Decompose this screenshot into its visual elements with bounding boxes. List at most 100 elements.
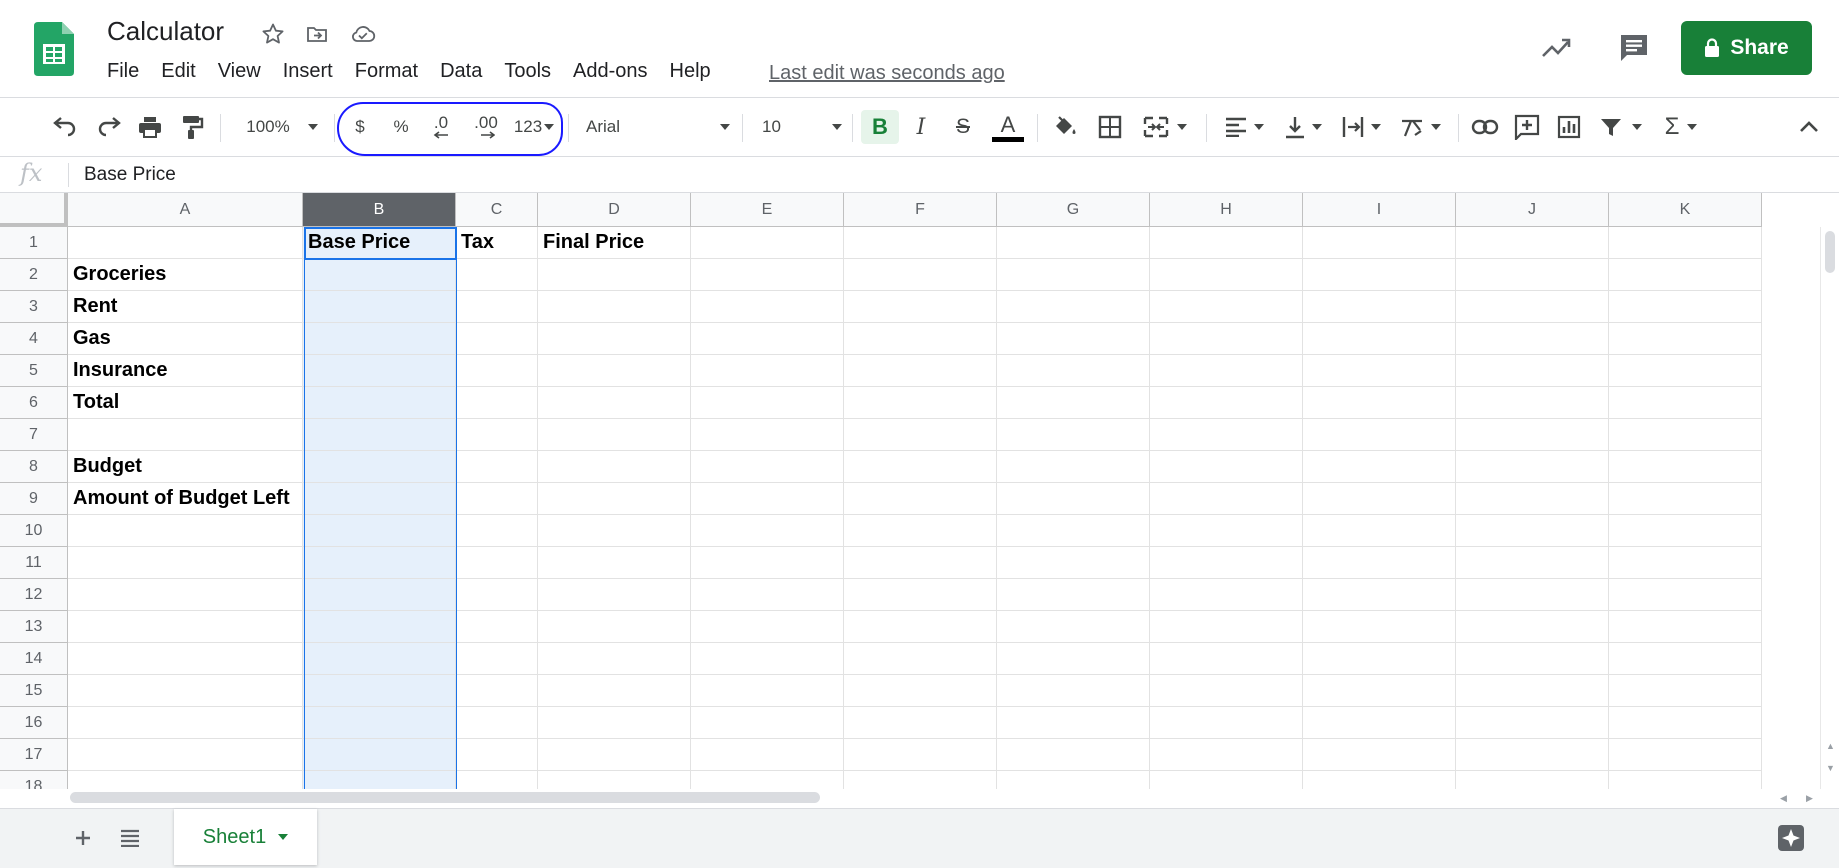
paint-format-icon[interactable]: [175, 110, 209, 144]
column-header-j[interactable]: J: [1456, 193, 1609, 227]
cell-g18[interactable]: [997, 771, 1150, 789]
text-color-button[interactable]: A: [990, 110, 1026, 144]
cell-e18[interactable]: [691, 771, 844, 789]
cell-g13[interactable]: [997, 611, 1150, 643]
star-icon[interactable]: [260, 21, 286, 47]
cell-j11[interactable]: [1456, 547, 1609, 579]
cell-b17[interactable]: [303, 739, 456, 771]
cell-h12[interactable]: [1150, 579, 1303, 611]
cell-i2[interactable]: [1303, 259, 1456, 291]
cell-g17[interactable]: [997, 739, 1150, 771]
row-header-8[interactable]: 8: [0, 451, 68, 483]
cell-c9[interactable]: [456, 483, 538, 515]
cell-d11[interactable]: [538, 547, 691, 579]
cell-d9[interactable]: [538, 483, 691, 515]
row-header-2[interactable]: 2: [0, 259, 68, 291]
menu-data[interactable]: Data: [429, 60, 493, 83]
menu-file[interactable]: File: [107, 60, 150, 83]
print-icon[interactable]: [133, 110, 167, 144]
cell-g3[interactable]: [997, 291, 1150, 323]
cell-k17[interactable]: [1609, 739, 1762, 771]
scroll-right-icon[interactable]: ▶: [1806, 793, 1813, 804]
cell-i12[interactable]: [1303, 579, 1456, 611]
cell-h6[interactable]: [1150, 387, 1303, 419]
cell-b11[interactable]: [303, 547, 456, 579]
cell-f10[interactable]: [844, 515, 997, 547]
cell-j4[interactable]: [1456, 323, 1609, 355]
cell-d17[interactable]: [538, 739, 691, 771]
fill-color-icon[interactable]: [1048, 110, 1082, 144]
cell-b2[interactable]: [303, 259, 456, 291]
merge-cells-select[interactable]: [1136, 110, 1194, 144]
italic-button[interactable]: I: [906, 110, 936, 144]
row-header-6[interactable]: 6: [0, 387, 68, 419]
insert-comment-icon[interactable]: [1510, 110, 1544, 144]
row-header-10[interactable]: 10: [0, 515, 68, 547]
cell-d2[interactable]: [538, 259, 691, 291]
cell-j14[interactable]: [1456, 643, 1609, 675]
cell-f5[interactable]: [844, 355, 997, 387]
cell-i16[interactable]: [1303, 707, 1456, 739]
redo-icon[interactable]: [92, 110, 126, 144]
horizontal-align-select[interactable]: [1220, 110, 1268, 144]
cell-h16[interactable]: [1150, 707, 1303, 739]
spreadsheet-grid[interactable]: ABCDEFGHIJK 1 2 3 4 5 6 7 8 9 10 11 12 13 14 15 16 17 18 …: [0, 193, 1839, 789]
horizontal-scrollbar[interactable]: ◀ ▶: [68, 789, 1820, 808]
cell-f3[interactable]: [844, 291, 997, 323]
cell-a10[interactable]: [68, 515, 303, 547]
cell-d1[interactable]: Final Price: [538, 227, 691, 259]
column-header-c[interactable]: C: [456, 193, 538, 227]
currency-format-button[interactable]: $: [346, 110, 374, 144]
horizontal-scroll-thumb[interactable]: [70, 792, 820, 803]
cell-k11[interactable]: [1609, 547, 1762, 579]
cell-a1[interactable]: [68, 227, 303, 259]
cell-g4[interactable]: [997, 323, 1150, 355]
borders-icon[interactable]: [1093, 110, 1127, 144]
cell-e13[interactable]: [691, 611, 844, 643]
cell-e7[interactable]: [691, 419, 844, 451]
cell-h4[interactable]: [1150, 323, 1303, 355]
column-header-k[interactable]: K: [1609, 193, 1762, 227]
cell-d16[interactable]: [538, 707, 691, 739]
column-header-f[interactable]: F: [844, 193, 997, 227]
cell-d15[interactable]: [538, 675, 691, 707]
cell-b3[interactable]: [303, 291, 456, 323]
cell-d14[interactable]: [538, 643, 691, 675]
more-formats-button[interactable]: 123: [509, 110, 559, 144]
zoom-select[interactable]: 100%: [236, 110, 328, 144]
cell-a16[interactable]: [68, 707, 303, 739]
cell-h8[interactable]: [1150, 451, 1303, 483]
cell-b9[interactable]: [303, 483, 456, 515]
cell-a14[interactable]: [68, 643, 303, 675]
cell-e6[interactable]: [691, 387, 844, 419]
share-button[interactable]: Share: [1681, 21, 1812, 75]
cell-k1[interactable]: [1609, 227, 1762, 259]
collapse-menus-icon[interactable]: [1792, 110, 1826, 144]
cell-e5[interactable]: [691, 355, 844, 387]
cell-c8[interactable]: [456, 451, 538, 483]
bold-button[interactable]: B: [861, 110, 899, 144]
cell-d13[interactable]: [538, 611, 691, 643]
cell-b12[interactable]: [303, 579, 456, 611]
chevron-down-icon[interactable]: [278, 834, 289, 840]
cell-i15[interactable]: [1303, 675, 1456, 707]
cell-k2[interactable]: [1609, 259, 1762, 291]
cell-c10[interactable]: [456, 515, 538, 547]
cell-a18[interactable]: [68, 771, 303, 789]
row-header-16[interactable]: 16: [0, 707, 68, 739]
cell-i10[interactable]: [1303, 515, 1456, 547]
row-header-18[interactable]: 18: [0, 771, 68, 789]
cell-d5[interactable]: [538, 355, 691, 387]
cell-i14[interactable]: [1303, 643, 1456, 675]
functions-select[interactable]: Σ: [1658, 110, 1704, 144]
column-header-h[interactable]: H: [1150, 193, 1303, 227]
cell-j6[interactable]: [1456, 387, 1609, 419]
cell-e8[interactable]: [691, 451, 844, 483]
vertical-align-select[interactable]: [1280, 110, 1326, 144]
cell-k9[interactable]: [1609, 483, 1762, 515]
cell-j13[interactable]: [1456, 611, 1609, 643]
cell-f8[interactable]: [844, 451, 997, 483]
cell-g16[interactable]: [997, 707, 1150, 739]
row-header-14[interactable]: 14: [0, 643, 68, 675]
cell-h11[interactable]: [1150, 547, 1303, 579]
